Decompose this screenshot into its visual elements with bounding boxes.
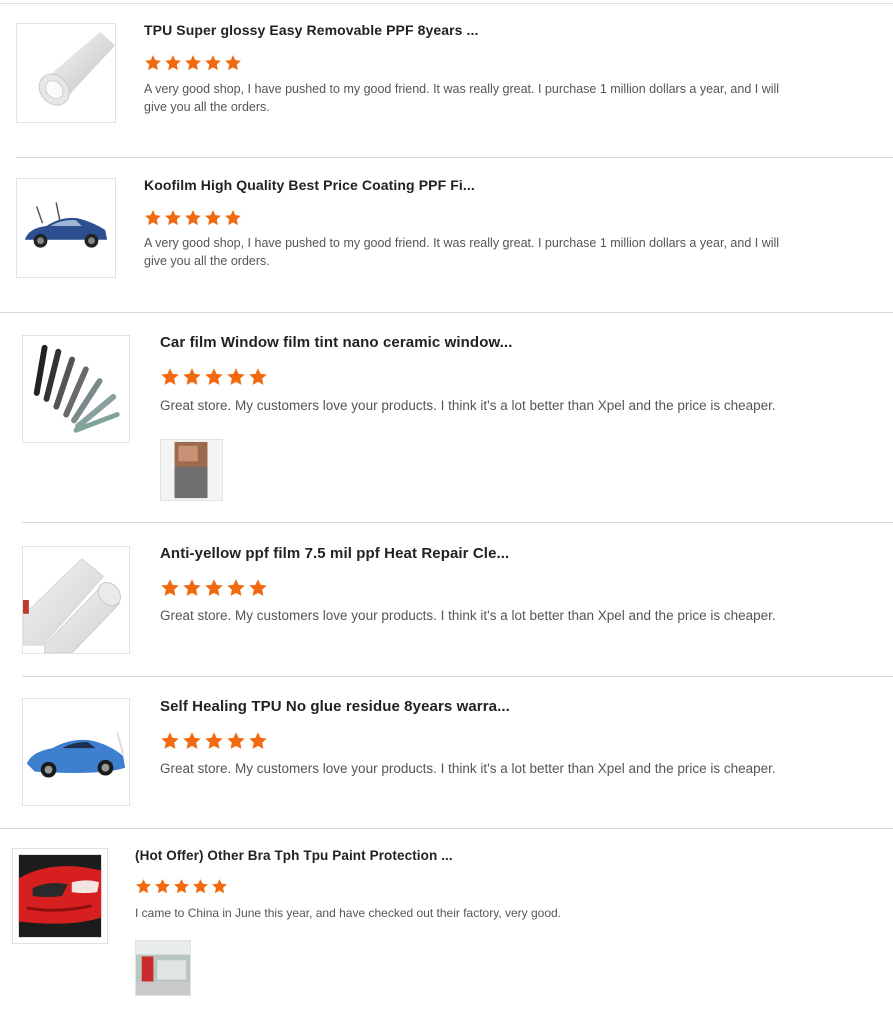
star-icon xyxy=(227,732,245,749)
star-rating xyxy=(160,367,268,387)
product-title[interactable]: Koofilm High Quality Best Price Coating … xyxy=(144,177,475,193)
star-icon xyxy=(227,368,245,385)
clear-film-rolls-image xyxy=(23,558,121,653)
product-thumbnail[interactable] xyxy=(22,335,130,443)
star-icon xyxy=(212,879,227,894)
star-icon xyxy=(205,210,221,226)
star-icon xyxy=(174,879,189,894)
star-rating xyxy=(144,54,242,72)
review-comment: Great store. My customers love your prod… xyxy=(160,761,776,776)
product-title[interactable]: Car film Window film tint nano ceramic w… xyxy=(160,334,512,351)
product-thumbnail[interactable] xyxy=(22,546,130,654)
star-rating xyxy=(160,731,268,751)
star-icon xyxy=(161,732,179,749)
star-icon xyxy=(165,210,181,226)
review-divider xyxy=(0,312,893,313)
red-car-image xyxy=(18,854,102,938)
star-icon xyxy=(205,55,221,71)
review-divider xyxy=(22,522,893,523)
star-icon xyxy=(185,210,201,226)
star-icon xyxy=(249,732,267,749)
star-icon xyxy=(136,879,151,894)
product-thumbnail[interactable] xyxy=(16,23,116,123)
star-rating xyxy=(160,578,268,598)
customer-photo[interactable] xyxy=(160,439,223,501)
product-thumbnail[interactable] xyxy=(16,178,116,278)
star-icon xyxy=(161,368,179,385)
customer-photo-box xyxy=(161,440,222,500)
review-comment: Great store. My customers love your prod… xyxy=(160,608,776,623)
review-divider xyxy=(0,828,893,829)
star-icon xyxy=(165,55,181,71)
star-icon xyxy=(145,55,161,71)
blue-car-image xyxy=(17,179,115,277)
star-icon xyxy=(249,368,267,385)
star-icon xyxy=(155,879,170,894)
white-film-roll-image xyxy=(38,31,115,106)
review-comment: A very good shop, I have pushed to my go… xyxy=(144,236,780,268)
customer-photo-workshop xyxy=(136,941,190,995)
product-title[interactable]: TPU Super glossy Easy Removable PPF 8yea… xyxy=(144,22,479,38)
star-icon xyxy=(185,55,201,71)
star-icon xyxy=(205,579,223,596)
star-icon xyxy=(183,579,201,596)
product-title[interactable]: (Hot Offer) Other Bra Tph Tpu Paint Prot… xyxy=(135,848,453,863)
review-comment: Great store. My customers love your prod… xyxy=(160,398,776,413)
tint-film-rolls-image xyxy=(33,344,120,433)
star-icon xyxy=(225,210,241,226)
top-divider xyxy=(0,3,893,4)
star-icon xyxy=(183,368,201,385)
review-divider xyxy=(16,157,893,158)
product-title[interactable]: Anti-yellow ppf film 7.5 mil ppf Heat Re… xyxy=(160,545,509,562)
star-icon xyxy=(225,55,241,71)
star-rating xyxy=(135,878,228,895)
star-icon xyxy=(227,579,245,596)
star-icon xyxy=(193,879,208,894)
star-icon xyxy=(183,732,201,749)
review-divider xyxy=(22,676,893,677)
blue-tesla-image xyxy=(26,732,126,778)
star-icon xyxy=(145,210,161,226)
star-icon xyxy=(161,579,179,596)
review-comment: I came to China in June this year, and h… xyxy=(135,906,562,920)
product-title[interactable]: Self Healing TPU No glue residue 8years … xyxy=(160,698,510,715)
customer-photo[interactable] xyxy=(135,940,191,996)
review-comment: A very good shop, I have pushed to my go… xyxy=(144,82,780,114)
star-rating xyxy=(144,209,242,227)
product-thumbnail[interactable] xyxy=(22,698,130,806)
star-icon xyxy=(205,732,223,749)
star-icon xyxy=(205,368,223,385)
star-icon xyxy=(249,579,267,596)
product-thumbnail[interactable] xyxy=(12,848,108,944)
